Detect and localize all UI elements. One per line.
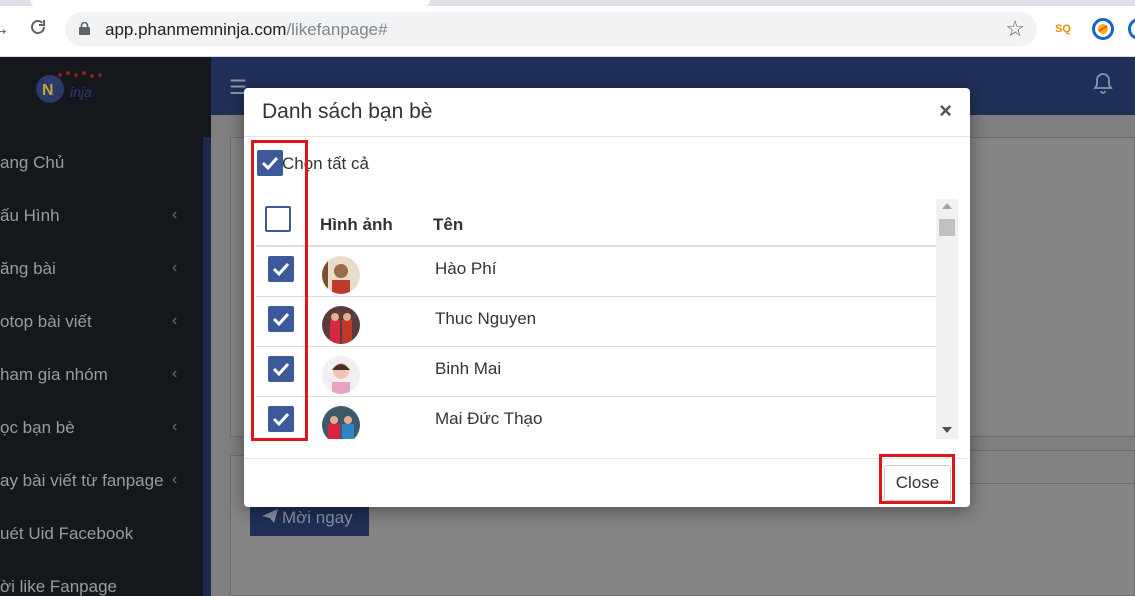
row-checkbox[interactable] [268,356,294,382]
friend-name: Binh Mai [435,359,502,378]
url-text: app.phanmemninja.com/likefanpage# [105,20,388,39]
sidebar-item-label: ấu Hình [0,206,60,225]
sidebar-item-join-group[interactable]: ham gia nhóm ‹ [0,365,200,395]
friend-name: Hào Phí [435,259,497,278]
friend-list-modal: Danh sách bạn bè × Chọn tất cả Hình ảnh … [244,88,970,507]
row-checkbox[interactable] [268,406,294,432]
table-row[interactable]: Hào Phí [256,247,937,297]
close-icon[interactable]: × [939,98,952,124]
close-button[interactable]: Close [884,465,951,501]
svg-text:inja: inja [70,84,92,100]
svg-text:N: N [42,82,54,99]
checkmark-icon [272,312,290,327]
select-all-checkbox[interactable] [257,150,283,176]
sidebar-item-label: ời like Fanpage [0,577,117,596]
column-header-name: Tên [433,215,464,234]
row-checkbox[interactable] [268,306,294,332]
table-row[interactable]: Binh Mai [256,347,937,397]
avatar [322,356,360,394]
sidebar-item-label: ăng bài [0,259,56,278]
row-checkbox[interactable] [268,256,294,282]
sidebar-edge [203,137,211,596]
sq-extension-icon[interactable]: SQ [1052,18,1074,40]
checkmark-icon [272,412,290,427]
table-row[interactable]: Mai Đức Thạo [256,397,937,439]
sidebar-item-label: ọc bạn bè [0,418,75,437]
sidebar-item-post[interactable]: ăng bài ‹ [0,259,200,289]
sidebar-item-label: ay bài viết từ fanpage [0,471,164,490]
modal-title: Danh sách bạn bè [262,100,433,123]
scroll-thumb[interactable] [939,219,955,236]
checkmark-icon [261,156,279,171]
browser-toolbar: → app.phanmemninja.com/likefanpage# ☆ SQ [0,0,1135,57]
modal-header: Danh sách bạn bè × [244,88,970,137]
sidebar-item-label: uét Uid Facebook [0,524,134,543]
chevron-left-icon: ‹ [172,471,178,488]
sidebar: N inja ang Chủ ấu Hình ‹ ăng bài ‹ otop bà… [0,57,211,596]
scroll-down-arrow-icon[interactable] [942,427,952,433]
chevron-left-icon: ‹ [172,418,178,435]
tab-strip [0,0,1135,6]
chevron-left-icon: ‹ [172,312,178,329]
checkmark-icon [272,362,290,377]
ninja-logo: N inja [30,65,120,105]
chevron-left-icon: ‹ [172,365,178,382]
friend-table[interactable]: Hình ảnh Tên Hào Phí Thuc Nguyen Binh Ma… [256,199,958,439]
sidebar-item-label: ham gia nhóm [0,365,108,384]
firefox-like-extension-icon[interactable] [1092,18,1114,40]
sidebar-item-invite-like[interactable]: ời like Fanpage [0,577,200,596]
select-all-label: Chọn tất cả [282,154,369,173]
scroll-up-arrow-icon[interactable] [942,203,952,209]
sidebar-item-label: otop bài viết [0,312,92,331]
avatar [322,256,360,294]
active-tab[interactable] [30,0,430,6]
chevron-left-icon: ‹ [172,259,178,276]
table-scrollbar[interactable] [936,199,958,439]
friend-name: Mai Đức Thạo [435,409,543,428]
footer-divider [244,458,970,459]
avatar [322,306,360,344]
chevron-left-icon: ‹ [172,206,178,223]
sidebar-item-home[interactable]: ang Chủ [0,153,200,183]
sidebar-item-fanpage-posts[interactable]: ay bài viết từ fanpage ‹ [0,471,200,501]
forward-icon[interactable]: → [0,17,12,41]
avatar [322,406,360,439]
sidebar-item-scan-uid[interactable]: uét Uid Facebook [0,524,200,554]
bookmark-star-icon[interactable]: ☆ [1005,17,1025,41]
invite-now-label: Mời ngay [282,508,353,527]
checkmark-icon [272,262,290,277]
sidebar-item-label: ang Chủ [0,153,65,172]
header-checkbox[interactable] [265,206,291,232]
reload-icon[interactable] [26,17,50,41]
bell-icon[interactable] [1093,71,1113,95]
sidebar-item-filter-friends[interactable]: ọc bạn bè ‹ [0,418,200,448]
address-bar[interactable]: app.phanmemninja.com/likefanpage# ☆ [65,12,1037,46]
column-header-image: Hình ảnh [320,215,393,234]
table-row[interactable]: Thuc Nguyen [256,297,937,347]
lock-icon [79,22,90,35]
profile-extension-icon[interactable] [1128,18,1135,40]
sidebar-item-uptop[interactable]: otop bài viết ‹ [0,312,200,342]
friend-name: Thuc Nguyen [435,309,537,328]
sidebar-item-config[interactable]: ấu Hình ‹ [0,206,200,236]
